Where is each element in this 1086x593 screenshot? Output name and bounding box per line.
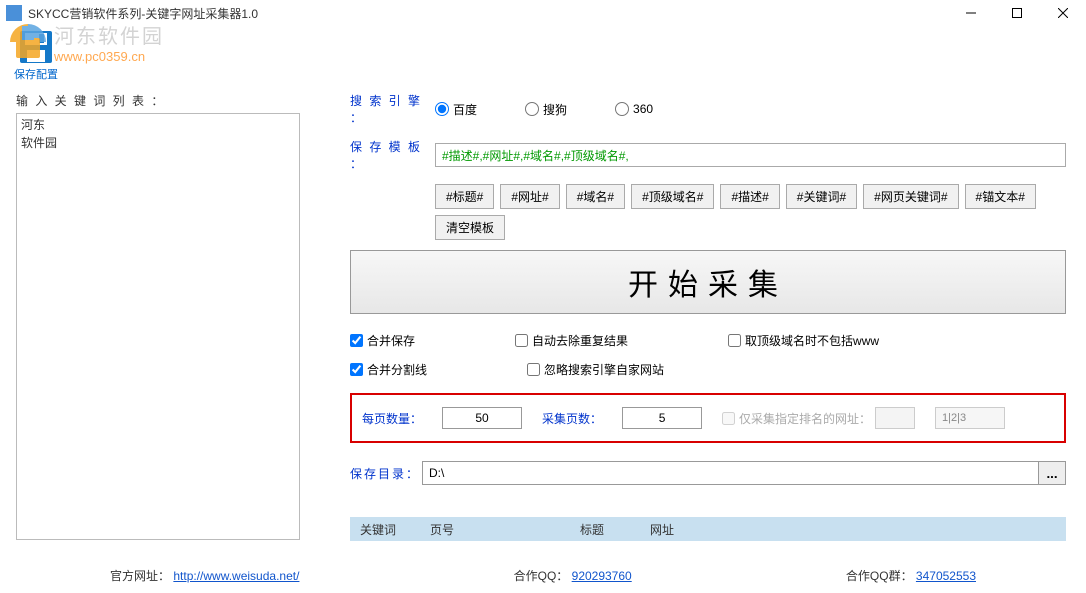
qq-group-link[interactable]: 347052553 [916, 569, 976, 583]
template-tag-buttons: #标题# #网址# #域名# #顶级域名# #描述# #关键词# #网页关键词#… [435, 184, 1066, 240]
content: 输 入 关 键 词 列 表 ： 河东 软件园 搜 索 引 擎 ： 百度 搜狗 3… [0, 86, 1086, 546]
save-dir-label: 保存目录： [350, 465, 422, 482]
tag-title-button[interactable]: #标题# [435, 184, 494, 209]
close-button[interactable] [1040, 0, 1086, 26]
col-pageno: 页号 [420, 521, 570, 538]
pages-input[interactable] [622, 407, 702, 429]
pager-display: 1|2|3 [935, 407, 1005, 429]
footer: 官方网址： http://www.weisuda.net/ 合作QQ： 9202… [0, 557, 1086, 593]
titlebar: SKYCC营销软件系列-关键字网址采集器1.0 [0, 0, 1086, 26]
save-config-button[interactable]: 保存配置 [10, 30, 62, 82]
save-dir-input[interactable] [422, 461, 1039, 485]
search-engine-radios: 百度 搜狗 360 [435, 101, 653, 118]
rank-only-check: 仅采集指定排名的网址： [722, 407, 915, 429]
app-icon [6, 5, 22, 21]
check-no-www[interactable]: 取顶级域名时不包括www [728, 332, 879, 349]
save-config-label: 保存配置 [14, 66, 58, 82]
minimize-button[interactable] [948, 0, 994, 26]
floppy-icon [19, 30, 53, 64]
tag-page-keyword-button[interactable]: #网页关键词# [863, 184, 958, 209]
keyword-list-label: 输 入 关 键 词 列 表 ： [16, 92, 300, 109]
check-merge-save[interactable]: 合并保存 [350, 332, 415, 349]
maximize-button[interactable] [994, 0, 1040, 26]
clear-template-button[interactable]: 清空模板 [435, 215, 505, 240]
per-page-label: 每页数量： [362, 410, 422, 427]
search-engine-row: 搜 索 引 擎 ： 百度 搜狗 360 [350, 92, 1066, 126]
window-title: SKYCC营销软件系列-关键字网址采集器1.0 [28, 5, 948, 22]
qq-link[interactable]: 920293760 [572, 569, 632, 583]
check-row-1: 合并保存 自动去除重复结果 取顶级域名时不包括www [350, 332, 1066, 349]
tag-topdomain-button[interactable]: #顶级域名# [631, 184, 714, 209]
template-label: 保 存 模 板 ： [350, 138, 435, 172]
tag-anchor-button[interactable]: #锚文本# [965, 184, 1036, 209]
check-auto-dedup[interactable]: 自动去除重复结果 [515, 332, 628, 349]
col-url: 网址 [640, 521, 1066, 538]
keyword-item: 软件园 [21, 134, 295, 152]
footer-qq: 合作QQ： 920293760 [514, 567, 632, 584]
radio-baidu[interactable]: 百度 [435, 101, 477, 118]
template-row: 保 存 模 板 ： [350, 138, 1066, 172]
keyword-list-input[interactable]: 河东 软件园 [16, 113, 300, 540]
official-site-link[interactable]: http://www.weisuda.net/ [173, 569, 299, 583]
footer-site: 官方网址： http://www.weisuda.net/ [110, 567, 299, 584]
tag-keyword-button[interactable]: #关键词# [786, 184, 857, 209]
start-collect-button[interactable]: 开始采集 [350, 250, 1066, 314]
radio-360[interactable]: 360 [615, 102, 653, 116]
toolbar: 保存配置 [0, 26, 1086, 86]
browse-dir-button[interactable]: ... [1038, 461, 1066, 485]
right-panel: 搜 索 引 擎 ： 百度 搜狗 360 保 存 模 板 ： #标题# #网址# … [310, 86, 1086, 546]
left-panel: 输 入 关 键 词 列 表 ： 河东 软件园 [0, 86, 310, 546]
tag-domain-button[interactable]: #域名# [566, 184, 625, 209]
keyword-item: 河东 [21, 116, 295, 134]
check-row-2: 合并分割线 忽略搜索引擎自家网站 [350, 361, 1066, 378]
save-dir-row: 保存目录： ... [350, 461, 1066, 485]
rank-only-input [875, 407, 915, 429]
footer-qq-group: 合作QQ群： 347052553 [846, 567, 976, 584]
radio-sogou[interactable]: 搜狗 [525, 101, 567, 118]
collect-params-box: 每页数量： 采集页数： 仅采集指定排名的网址： 1|2|3 [350, 393, 1066, 443]
rank-only-checkbox [722, 412, 735, 425]
col-title: 标题 [570, 521, 640, 538]
result-table-header: 关键词 页号 标题 网址 [350, 517, 1066, 541]
check-ignore-self[interactable]: 忽略搜索引擎自家网站 [527, 361, 664, 378]
pages-label: 采集页数： [542, 410, 602, 427]
col-keyword: 关键词 [350, 521, 420, 538]
per-page-input[interactable] [442, 407, 522, 429]
template-input[interactable] [435, 143, 1066, 167]
search-engine-label: 搜 索 引 擎 ： [350, 92, 435, 126]
window-controls [948, 0, 1086, 26]
tag-desc-button[interactable]: #描述# [720, 184, 779, 209]
check-merge-divider[interactable]: 合并分割线 [350, 361, 427, 378]
tag-url-button[interactable]: #网址# [500, 184, 559, 209]
